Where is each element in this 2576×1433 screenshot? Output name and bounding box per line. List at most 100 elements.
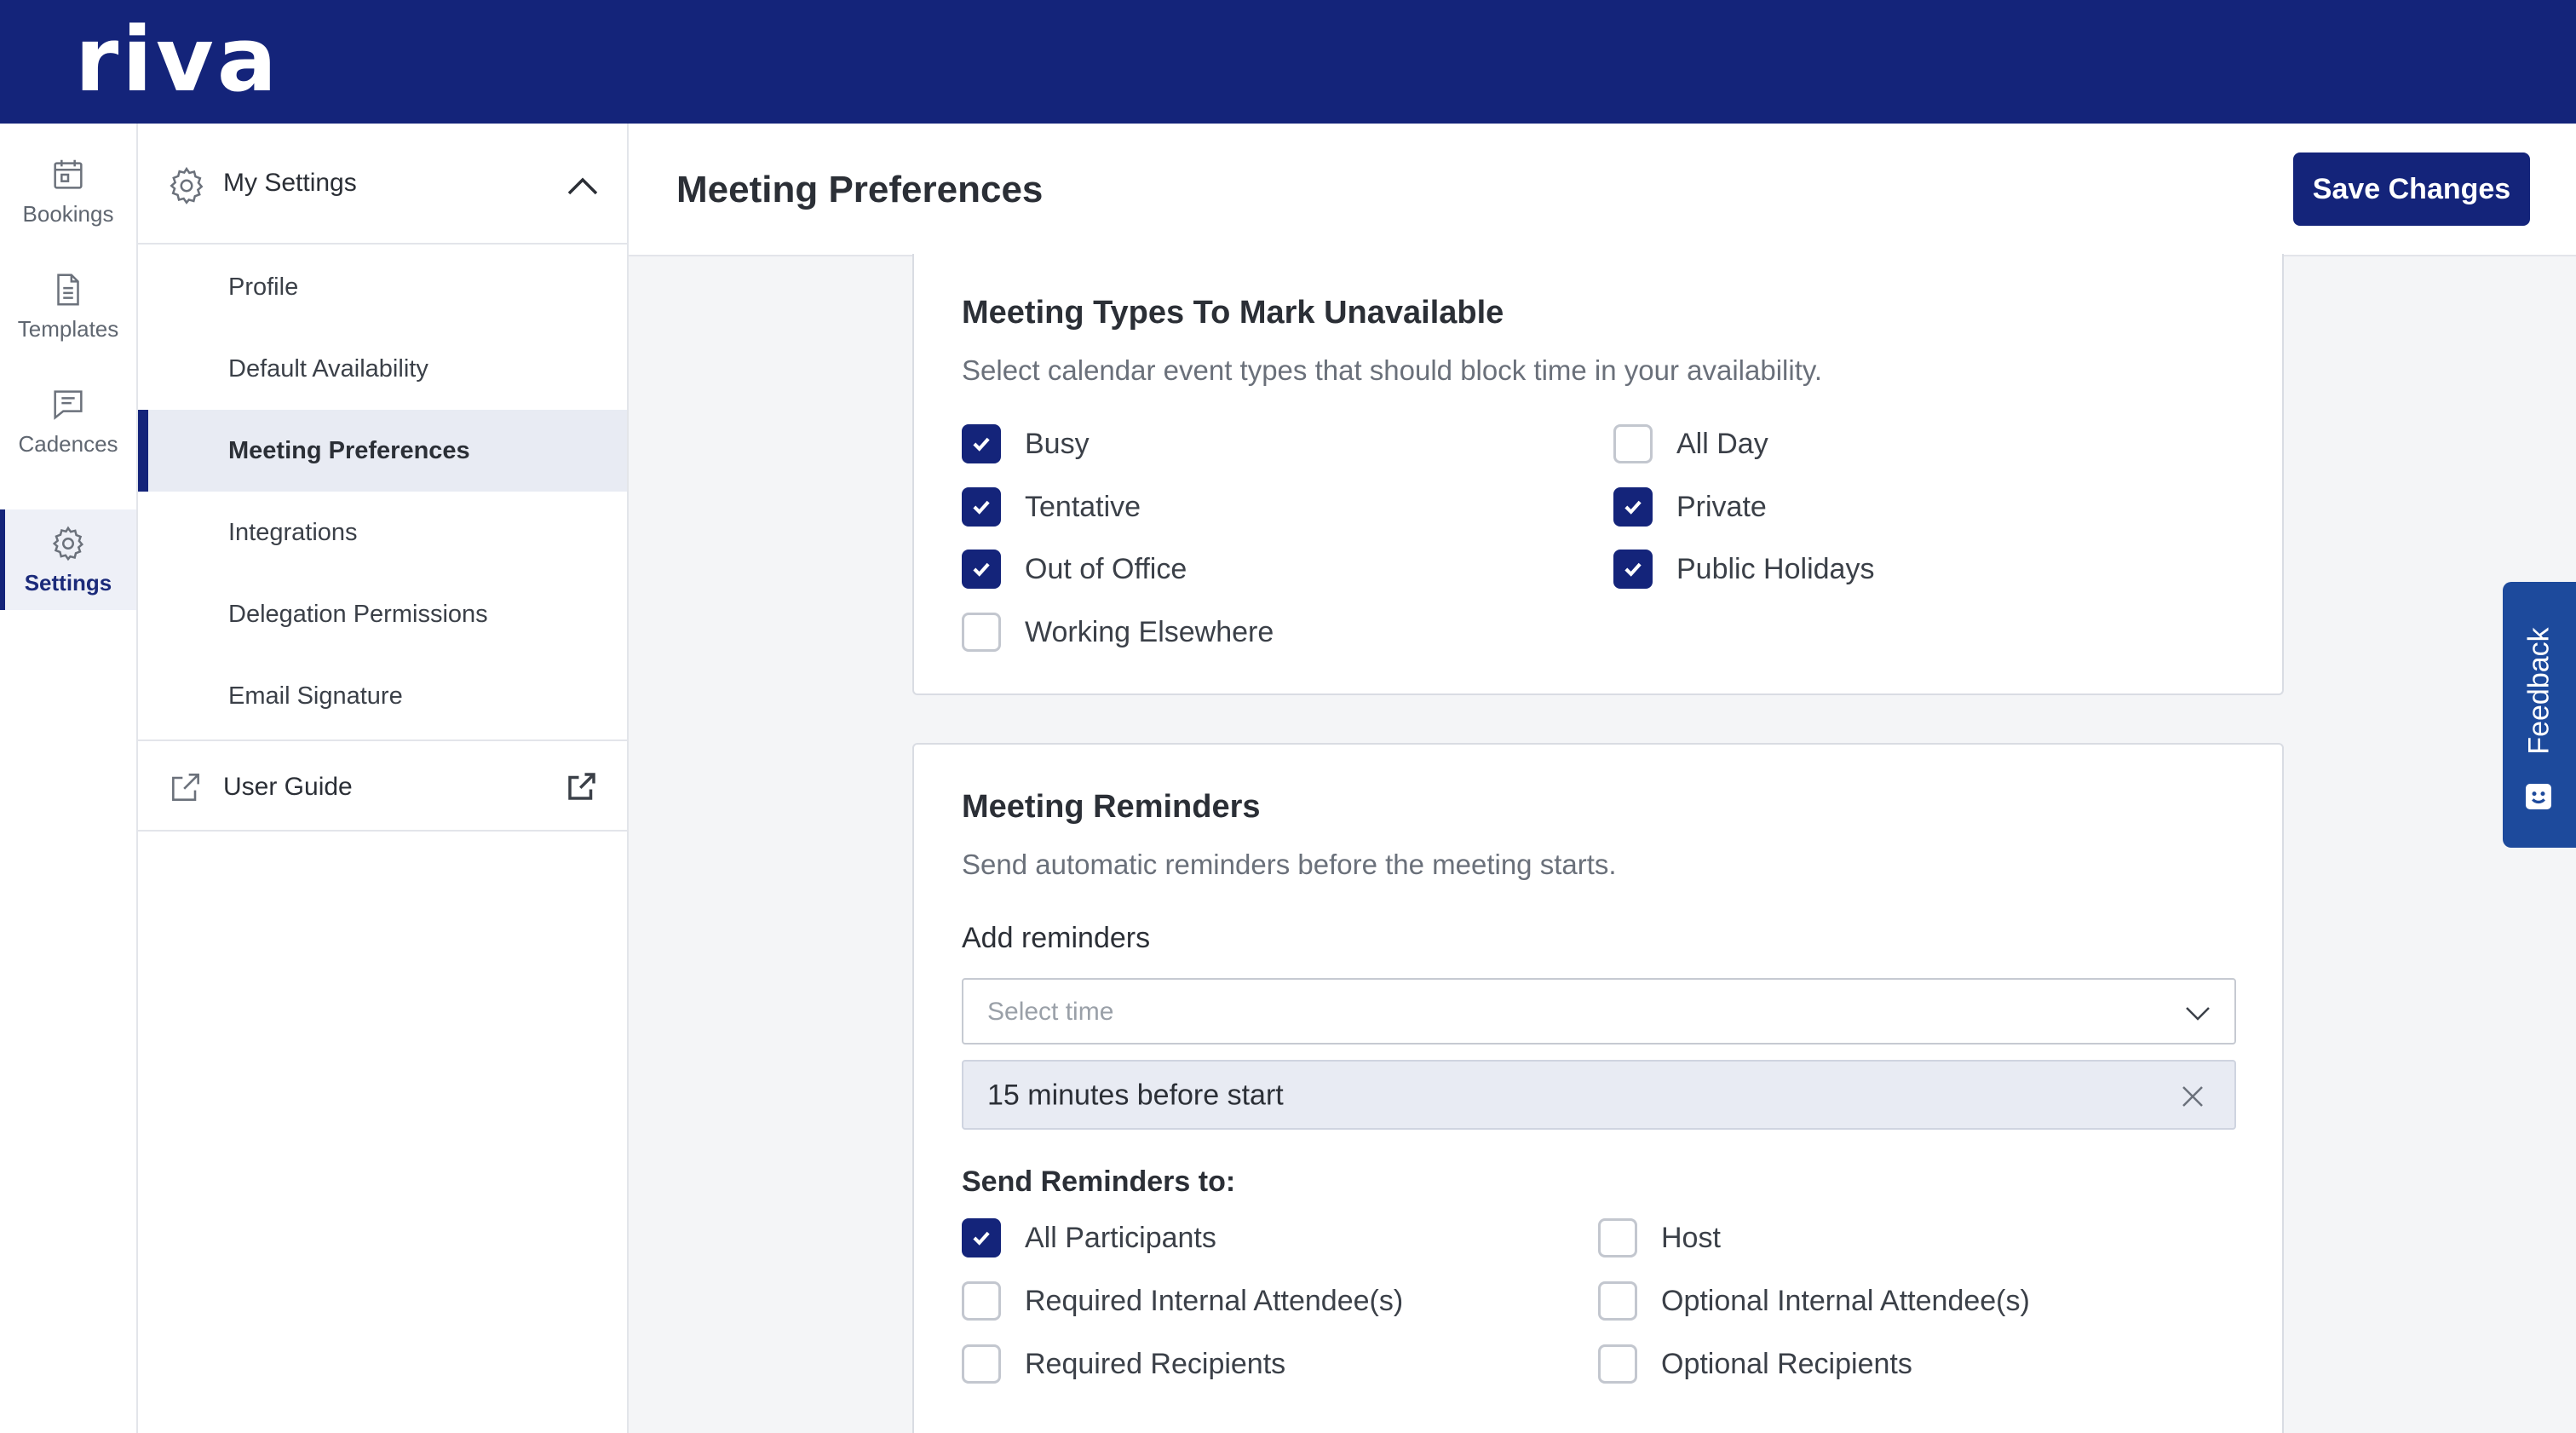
subnav-item-profile[interactable]: Profile xyxy=(138,246,627,328)
open-new-tab-icon[interactable] xyxy=(564,768,600,804)
subnav-label: Meeting Preferences xyxy=(228,436,470,464)
chevron-up-icon[interactable] xyxy=(566,173,600,199)
rail-label: Bookings xyxy=(22,200,114,227)
card-subtitle: Send automatic reminders before the meet… xyxy=(962,849,1617,880)
subnav-item-delegation-permissions[interactable]: Delegation Permissions xyxy=(138,573,627,655)
meeting-reminders-card: Meeting Reminders Send automatic reminde… xyxy=(912,743,2284,1433)
rail-item-bookings[interactable]: Bookings xyxy=(0,141,136,241)
checkbox-label: Public Holidays xyxy=(1676,552,1875,585)
send-reminders-label: Send Reminders to: xyxy=(962,1165,1236,1198)
subnav-label: Delegation Permissions xyxy=(228,600,488,628)
checkbox-required-recipients[interactable]: Required Recipients xyxy=(962,1344,1285,1384)
checkbox-label: Busy xyxy=(1025,427,1090,460)
checkbox-box[interactable] xyxy=(1598,1218,1637,1257)
checkbox-box[interactable] xyxy=(962,1281,1001,1321)
riva-logo[interactable]: riva xyxy=(75,15,280,104)
feedback-tab[interactable]: Feedback xyxy=(2503,582,2576,848)
checkbox-label: Optional Internal Attendee(s) xyxy=(1661,1284,2030,1317)
checkbox-box[interactable] xyxy=(962,1344,1001,1384)
checkbox-box[interactable] xyxy=(962,424,1001,463)
checkbox-label: Out of Office xyxy=(1025,552,1187,585)
checkbox-optional-recipients[interactable]: Optional Recipients xyxy=(1598,1344,1912,1384)
save-changes-button[interactable]: Save Changes xyxy=(2293,153,2530,226)
checkbox-private[interactable]: Private xyxy=(1613,487,1767,527)
page-title: Meeting Preferences xyxy=(676,169,1044,210)
checkbox-tentative[interactable]: Tentative xyxy=(962,487,1141,527)
check-icon xyxy=(973,562,990,577)
checkbox-box[interactable] xyxy=(1598,1281,1637,1321)
document-icon xyxy=(57,273,79,305)
page-header: Meeting Preferences Save Changes xyxy=(629,124,2576,256)
feedback-label: Feedback xyxy=(2522,627,2556,755)
meeting-types-card: Meeting Types To Mark Unavailable Select… xyxy=(912,254,2284,695)
external-link-icon xyxy=(172,774,199,801)
checkbox-all-day[interactable]: All Day xyxy=(1613,424,1768,463)
checkbox-box[interactable] xyxy=(1613,487,1653,527)
check-icon xyxy=(973,500,990,515)
select-placeholder: Select time xyxy=(987,998,1114,1026)
add-reminders-label: Add reminders xyxy=(962,922,1151,954)
subnav-label: Default Availability xyxy=(228,354,428,383)
my-settings-header[interactable]: My Settings xyxy=(138,124,627,245)
checkbox-label: Optional Recipients xyxy=(1661,1347,1912,1380)
rail-item-cadences[interactable]: Cadences xyxy=(0,371,136,471)
rail-label: Templates xyxy=(17,315,119,342)
checkbox-box[interactable] xyxy=(962,613,1001,652)
check-icon xyxy=(973,1231,990,1246)
checkbox-box[interactable] xyxy=(1613,550,1653,589)
checkbox-label: Required Internal Attendee(s) xyxy=(1025,1284,1404,1317)
checkbox-out-of-office[interactable]: Out of Office xyxy=(962,550,1187,589)
smiley-icon xyxy=(2526,784,2551,809)
checkbox-label: Required Recipients xyxy=(1025,1347,1286,1380)
card-subtitle: Select calendar event types that should … xyxy=(962,354,1823,386)
subnav-label: Email Signature xyxy=(228,682,403,710)
checkbox-required-internal[interactable]: Required Internal Attendee(s) xyxy=(962,1281,1403,1321)
checkbox-box[interactable] xyxy=(962,487,1001,527)
subnav-item-integrations[interactable]: Integrations xyxy=(138,492,627,573)
subnav-item-default-availability[interactable]: Default Availability xyxy=(138,328,627,410)
subnav-item-meeting-preferences[interactable]: Meeting Preferences xyxy=(138,410,627,492)
settings-nav: My Settings Profile Default Availability… xyxy=(138,124,629,1433)
subnav-item-email-signature[interactable]: Email Signature xyxy=(138,655,627,737)
checkbox-working-elsewhere[interactable]: Working Elsewhere xyxy=(962,613,1274,652)
close-icon[interactable] xyxy=(2180,1084,2205,1109)
calendar-icon xyxy=(54,159,83,189)
card-title: Meeting Types To Mark Unavailable xyxy=(962,295,1504,331)
rail-item-settings[interactable]: Settings xyxy=(0,509,136,610)
card-title: Meeting Reminders xyxy=(962,789,1261,825)
checkbox-public-holidays[interactable]: Public Holidays xyxy=(1613,550,1874,589)
chevron-down-icon xyxy=(2186,1007,2210,1021)
rail-item-templates[interactable]: Templates xyxy=(0,256,136,356)
checkbox-box[interactable] xyxy=(1613,424,1653,463)
subnav-label: Integrations xyxy=(228,518,358,546)
user-guide-link[interactable]: User Guide xyxy=(138,740,627,832)
checkbox-box[interactable] xyxy=(962,550,1001,589)
top-bar: riva xyxy=(0,0,2576,124)
app-rail: Bookings Templates Cadences Settings xyxy=(0,124,138,1433)
checkbox-label: Tentative xyxy=(1025,490,1141,523)
checkbox-host[interactable]: Host xyxy=(1598,1218,1721,1257)
user-guide-label: User Guide xyxy=(223,773,353,801)
check-icon xyxy=(973,437,990,452)
gear-icon xyxy=(170,166,204,204)
checkbox-busy[interactable]: Busy xyxy=(962,424,1090,463)
checkbox-label: Working Elsewhere xyxy=(1025,615,1274,648)
reminder-chip-label: 15 minutes before start xyxy=(987,1079,1284,1112)
checkbox-box[interactable] xyxy=(962,1218,1001,1257)
rail-label: Settings xyxy=(24,569,112,596)
gear-icon xyxy=(52,526,84,561)
checkbox-label: All Day xyxy=(1676,427,1768,460)
logo-text: riva xyxy=(75,8,280,112)
checkbox-label: Private xyxy=(1676,490,1767,523)
checkbox-label: Host xyxy=(1661,1221,1721,1254)
rail-label: Cadences xyxy=(18,430,118,457)
check-icon xyxy=(1624,562,1642,577)
message-icon xyxy=(54,389,83,420)
checkbox-all-participants[interactable]: All Participants xyxy=(962,1218,1216,1257)
checkbox-optional-internal[interactable]: Optional Internal Attendee(s) xyxy=(1598,1281,2030,1321)
subnav-label: Profile xyxy=(228,273,299,301)
reminder-chip: 15 minutes before start xyxy=(962,1060,2236,1130)
reminder-time-select[interactable]: Select time xyxy=(962,978,2236,1045)
checkbox-box[interactable] xyxy=(1598,1344,1637,1384)
my-settings-title: My Settings xyxy=(223,169,357,197)
